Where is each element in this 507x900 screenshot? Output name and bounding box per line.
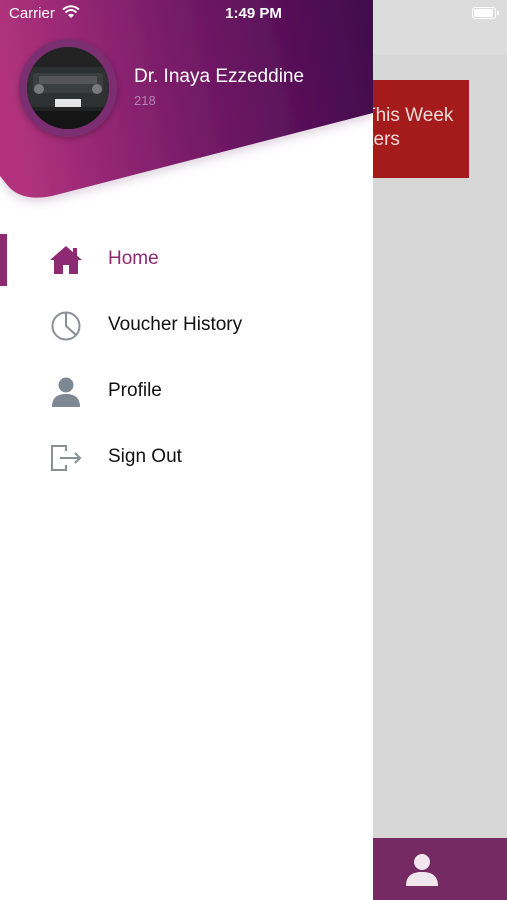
status-time: 1:49 PM <box>225 5 282 22</box>
tab-profile-icon[interactable] <box>404 851 440 887</box>
side-drawer: Dr. Inaya Ezzeddine 218 Home Voucher His… <box>0 0 373 900</box>
menu-item-label: Home <box>108 248 159 269</box>
active-indicator <box>0 234 7 286</box>
user-icon <box>48 375 84 409</box>
user-id: 218 <box>134 93 156 108</box>
menu-item-label: Sign Out <box>108 446 182 467</box>
pie-chart-icon <box>48 309 84 343</box>
menu-item-voucher-history[interactable]: Voucher History <box>0 293 373 359</box>
menu-item-sign-out[interactable]: Sign Out <box>0 425 373 491</box>
menu-item-profile[interactable]: Profile <box>0 359 373 425</box>
menu-item-label: Profile <box>108 380 162 401</box>
home-icon <box>48 243 84 277</box>
drawer-menu: Home Voucher History Profile Sign Out <box>0 227 373 491</box>
menu-item-home[interactable]: Home <box>0 227 373 293</box>
status-bar: Carrier 1:49 PM <box>0 0 507 28</box>
sign-out-icon <box>48 441 84 475</box>
avatar[interactable] <box>19 39 117 137</box>
menu-item-label: Voucher History <box>108 314 243 335</box>
user-name: Dr. Inaya Ezzeddine <box>134 66 305 87</box>
background-card-text: This Week iters <box>364 105 454 150</box>
avatar-photo <box>27 47 109 129</box>
